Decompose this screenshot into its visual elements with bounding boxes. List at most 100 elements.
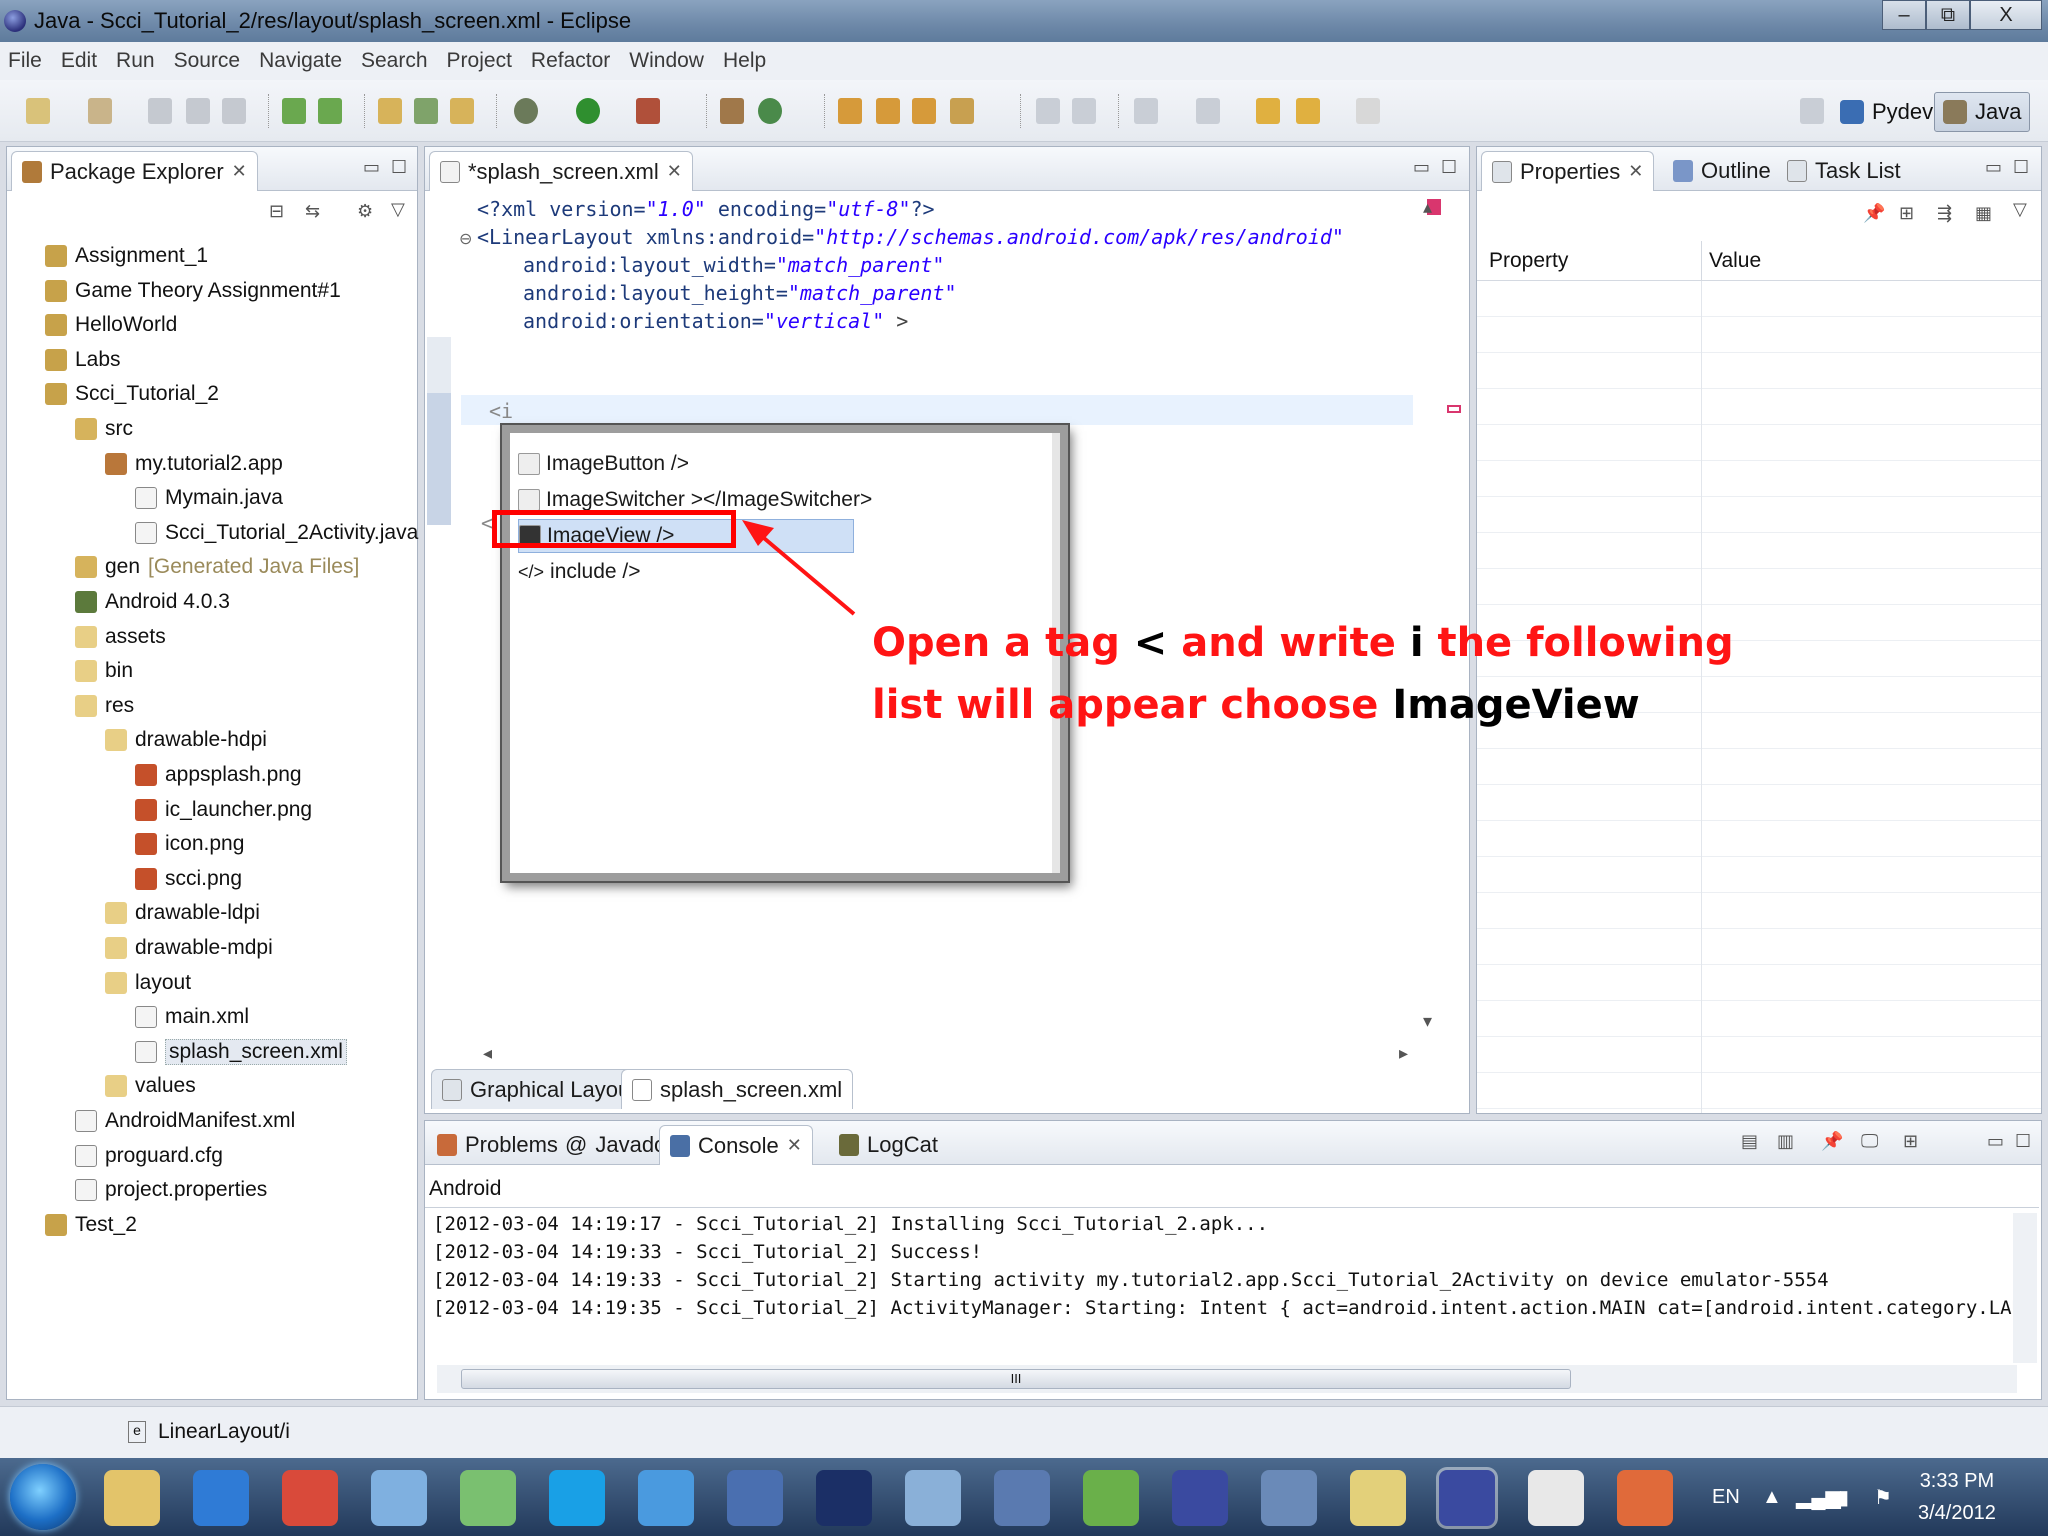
back-icon[interactable]: [1296, 98, 1320, 124]
tab-splash-screen-xml[interactable]: *splash_screen.xml ✕: [429, 151, 693, 191]
menu-edit[interactable]: Edit: [61, 49, 97, 73]
property-column-header[interactable]: Property: [1489, 249, 1568, 273]
search-icon[interactable]: [950, 98, 974, 124]
maximize-view-icon[interactable]: ☐: [391, 157, 407, 178]
safari-icon[interactable]: [371, 1470, 427, 1526]
restore-default-icon[interactable]: ▦: [1975, 203, 1992, 224]
forward-icon[interactable]: [1356, 98, 1380, 124]
new-class-icon[interactable]: [720, 98, 744, 124]
tab-properties[interactable]: Properties ✕: [1481, 151, 1655, 191]
infinity-icon[interactable]: [994, 1470, 1050, 1526]
close-icon[interactable]: ✕: [1628, 161, 1643, 182]
tab-source-xml[interactable]: splash_screen.xml: [621, 1069, 854, 1109]
tree-item[interactable]: drawable-hdpi: [105, 723, 267, 757]
print-icon[interactable]: [222, 98, 246, 124]
code-line-1[interactable]: <?xml version="1.0" encoding="utf-8"?>: [477, 197, 935, 221]
maximize-view-icon[interactable]: ☐: [2013, 157, 2029, 178]
minimize-view-icon[interactable]: ▭: [1413, 157, 1430, 178]
new-java-class-icon[interactable]: [758, 98, 782, 124]
tree-item[interactable]: proguard.cfg: [75, 1139, 223, 1173]
tree-item[interactable]: Assignment_1: [45, 239, 208, 273]
tree-item[interactable]: Game Theory Assignment#1: [45, 274, 341, 308]
console-vertical-scrollbar[interactable]: [2013, 1213, 2037, 1363]
open-console-icon[interactable]: ⊞: [1903, 1131, 1918, 1152]
clock[interactable]: 3:33 PM 3/4/2012: [1918, 1458, 1996, 1536]
maximize-button[interactable]: ⧉: [1926, 0, 1970, 30]
chevron-down-icon[interactable]: ▽: [2013, 199, 2027, 220]
save-all-icon[interactable]: [186, 98, 210, 124]
toggle-breadcrumb-icon[interactable]: [1072, 98, 1096, 124]
open-perspective-icon[interactable]: [1800, 98, 1824, 124]
open-resource-icon[interactable]: [876, 98, 900, 124]
minimize-view-icon[interactable]: ▭: [1987, 1131, 2004, 1152]
tree-item[interactable]: Scci_Tutorial_2Activity.java: [135, 516, 418, 550]
tree-item[interactable]: assets: [75, 620, 166, 654]
close-icon[interactable]: ✕: [667, 161, 682, 182]
tree-item[interactable]: src: [75, 412, 133, 446]
tab-logcat[interactable]: LogCat: [829, 1125, 948, 1165]
pin-console-icon[interactable]: 📌: [1821, 1131, 1843, 1152]
close-icon[interactable]: ✕: [232, 161, 247, 182]
scrollbar-thumb[interactable]: III: [461, 1369, 1571, 1389]
toggle-mark-icon[interactable]: [1036, 98, 1060, 124]
clear-console-icon[interactable]: ▤: [1741, 1131, 1758, 1152]
menu-navigate[interactable]: Navigate: [259, 49, 342, 73]
language-indicator[interactable]: EN: [1712, 1458, 1740, 1536]
fold-icon[interactable]: ⊖: [459, 229, 472, 249]
external-tools-icon[interactable]: [636, 98, 660, 124]
menu-source[interactable]: Source: [174, 49, 241, 73]
view-menu-icon[interactable]: ⚙: [357, 201, 373, 222]
notepad-icon[interactable]: [1528, 1470, 1584, 1526]
perspective-java[interactable]: Java: [1934, 92, 2031, 132]
scroll-down-icon[interactable]: ▾: [1423, 1011, 1432, 1032]
tree-item[interactable]: layout: [105, 966, 191, 1000]
tree-item[interactable]: Scci_Tutorial_2: [45, 377, 219, 411]
menu-project[interactable]: Project: [447, 49, 512, 73]
tree-item[interactable]: splash_screen.xml: [135, 1035, 347, 1069]
categories-icon[interactable]: ⊞: [1899, 203, 1914, 224]
android-sdk-icon[interactable]: [282, 98, 306, 124]
flag-icon[interactable]: ⚑: [1874, 1458, 1892, 1536]
tree-item[interactable]: Labs: [45, 343, 121, 377]
maximize-view-icon[interactable]: ☐: [2015, 1131, 2031, 1152]
tab-console[interactable]: Console ✕: [659, 1125, 813, 1165]
menu-refactor[interactable]: Refactor: [531, 49, 610, 73]
tab-package-explorer[interactable]: Package Explorer ✕: [11, 151, 258, 191]
clock-icon[interactable]: [727, 1470, 783, 1526]
ie-icon[interactable]: [193, 1470, 249, 1526]
new-android-xml-icon[interactable]: [450, 98, 474, 124]
filter-icon[interactable]: ⇶: [1937, 203, 1952, 224]
code-line-3[interactable]: android:layout_width="match_parent": [523, 253, 944, 277]
save-icon[interactable]: [148, 98, 172, 124]
tree-item[interactable]: bin: [75, 654, 133, 688]
minimize-view-icon[interactable]: ▭: [363, 157, 380, 178]
skype-icon[interactable]: [549, 1470, 605, 1526]
menu-help[interactable]: Help: [723, 49, 766, 73]
previous-annotation-icon[interactable]: [1196, 98, 1220, 124]
folder-icon[interactable]: [1350, 1470, 1406, 1526]
new-icon[interactable]: [26, 98, 50, 124]
tree-item[interactable]: HelloWorld: [45, 308, 177, 342]
office-icon[interactable]: [1617, 1470, 1673, 1526]
people-icon[interactable]: [460, 1470, 516, 1526]
tree-item[interactable]: icon.png: [135, 827, 244, 861]
menu-window[interactable]: Window: [629, 49, 704, 73]
tree-item[interactable]: values: [105, 1069, 196, 1103]
tree-item[interactable]: drawable-ldpi: [105, 896, 260, 930]
show-hidden-icons-icon[interactable]: ▲: [1762, 1458, 1782, 1536]
power-icon[interactable]: ▮: [1838, 1458, 1849, 1536]
tree-item[interactable]: gen [Generated Java Files]: [75, 550, 359, 584]
tree-item[interactable]: ic_launcher.png: [135, 793, 312, 827]
start-button[interactable]: [10, 1464, 76, 1530]
close-icon[interactable]: ✕: [787, 1135, 802, 1156]
photos-icon[interactable]: [905, 1470, 961, 1526]
tree-item[interactable]: drawable-mdpi: [105, 931, 273, 965]
explorer-icon[interactable]: [104, 1470, 160, 1526]
minimize-view-icon[interactable]: ▭: [1985, 157, 2002, 178]
debug-icon[interactable]: [514, 98, 538, 124]
close-button[interactable]: X: [1970, 0, 2042, 30]
maximize-view-icon[interactable]: ☐: [1441, 157, 1457, 178]
code-line-5[interactable]: android:orientation="vertical" >: [523, 309, 908, 333]
vertical-scrollbar[interactable]: [1449, 199, 1463, 879]
code-line-4[interactable]: android:layout_height="match_parent": [523, 281, 956, 305]
